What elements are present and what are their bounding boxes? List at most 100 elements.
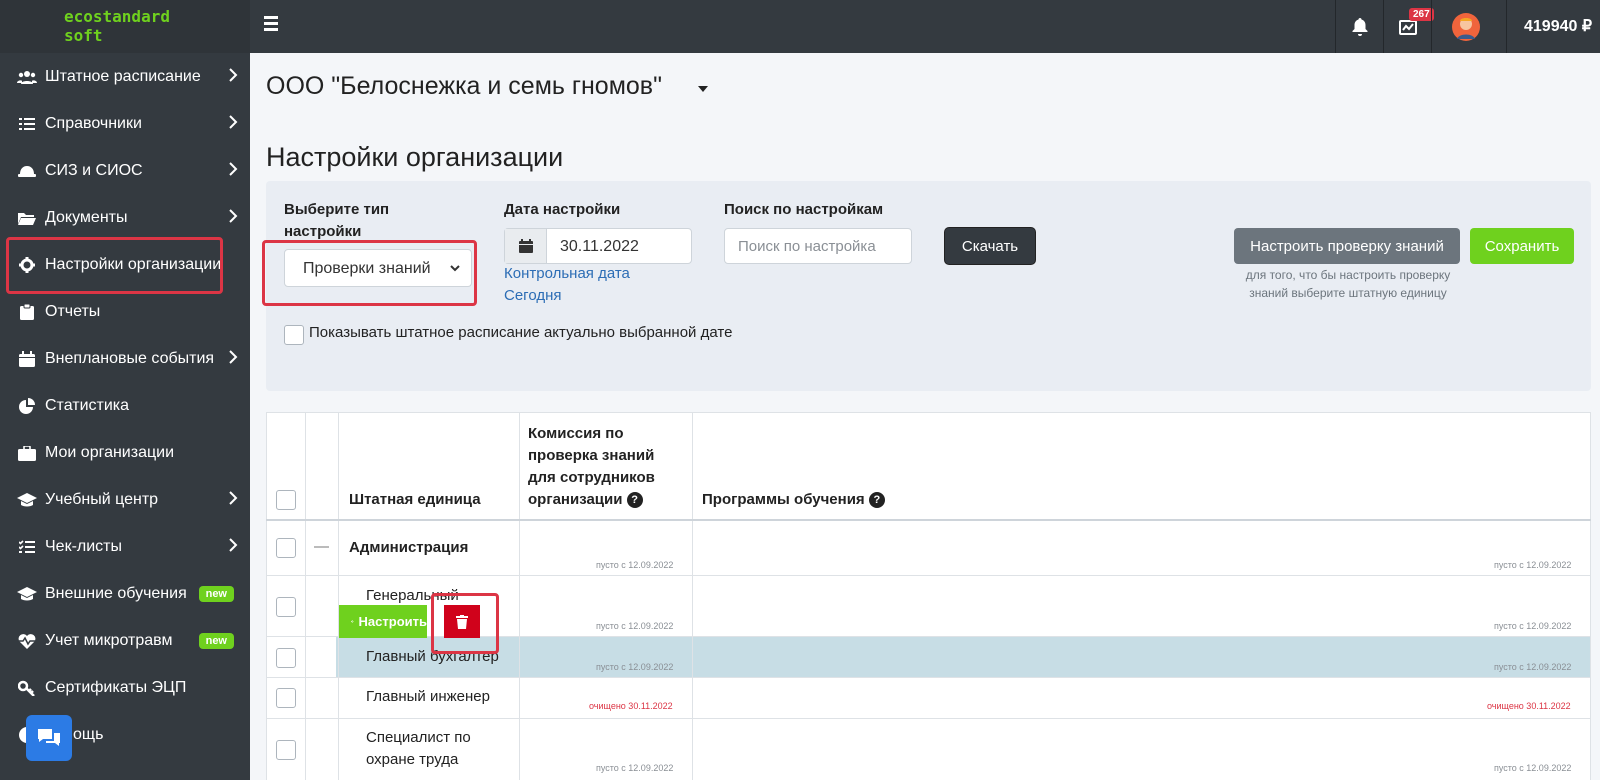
programs-note: пусто с 12.09.2022 <box>1494 560 1572 570</box>
sidebar-item-ppe[interactable]: СИЗ и СИОС <box>0 147 250 195</box>
row-checkbox[interactable] <box>276 740 296 760</box>
pie-chart-icon <box>17 398 37 414</box>
chevron-right-icon <box>229 491 238 505</box>
row-configure-button[interactable]: Настроить <box>339 605 427 638</box>
row-checkbox[interactable] <box>276 688 296 708</box>
chat-button[interactable] <box>26 715 72 761</box>
menu-toggle-icon[interactable] <box>264 16 284 36</box>
sidebar-item-label: Мои организации <box>45 444 175 461</box>
divider <box>266 575 1591 576</box>
heartbeat-icon <box>17 633 37 649</box>
checklist-icon <box>17 540 37 554</box>
users-icon <box>17 70 37 84</box>
avatar-image <box>1452 12 1480 41</box>
sidebar-item-staff-schedule[interactable]: Штатное расписание <box>0 53 250 101</box>
sidebar-item-directories[interactable]: Справочники <box>0 100 250 148</box>
sidebar-item-external-training[interactable]: Внешние обучения new <box>0 570 250 618</box>
list-icon <box>17 117 37 131</box>
row-checkbox[interactable] <box>276 538 296 558</box>
gear-icon <box>351 620 354 623</box>
divider <box>338 413 339 780</box>
table-row-name: Главный инженер <box>366 688 490 705</box>
chevron-right-icon <box>229 68 238 82</box>
sidebar-item-microtrauma[interactable]: Учет микротравм new <box>0 617 250 665</box>
download-button[interactable]: Скачать <box>945 228 1035 264</box>
row-checkbox[interactable] <box>276 597 296 617</box>
sidebar-item-label: Штатное расписание <box>45 68 201 85</box>
balance-display[interactable]: 419940 ₽ <box>1524 16 1592 36</box>
sidebar-item-certificates[interactable]: Сертификаты ЭЦП <box>0 664 250 712</box>
sidebar-item-label: ощь <box>73 726 104 743</box>
caret-down-icon[interactable] <box>698 86 708 92</box>
divider <box>1506 0 1507 53</box>
sidebar-item-statistics[interactable]: Статистика <box>0 382 250 430</box>
folder-icon <box>17 211 37 225</box>
control-date-link[interactable]: Контрольная дата <box>504 265 630 282</box>
divider <box>266 677 1591 678</box>
column-header-unit[interactable]: Штатная единица <box>349 489 481 511</box>
date-value: 30.11.2022 <box>560 238 639 255</box>
sidebar-item-label: СИЗ и СИОС <box>45 162 143 179</box>
show-schedule-checkbox[interactable] <box>284 325 304 345</box>
avatar[interactable] <box>1432 0 1500 53</box>
today-link[interactable]: Сегодня <box>504 287 562 304</box>
chevron-right-icon <box>229 209 238 223</box>
sidebar-item-label: Статистика <box>45 397 130 414</box>
search-label: Поиск по настройкам <box>724 201 884 218</box>
configure-hint: для того, что бы настроить проверку знан… <box>1245 268 1451 300</box>
calendar-icon[interactable] <box>505 229 547 263</box>
commission-note: пусто с 12.09.2022 <box>596 763 674 773</box>
column-header-commission[interactable]: Комиссия по проверка знаний для сотрудни… <box>528 423 678 511</box>
highlight-outline <box>431 593 499 654</box>
programs-note: пусто с 12.09.2022 <box>1494 621 1572 631</box>
row-checkbox[interactable] <box>276 648 296 668</box>
new-badge: new <box>198 633 234 649</box>
divider <box>1590 413 1591 780</box>
commission-note: очищено 30.11.2022 <box>589 701 673 711</box>
commission-note: пусто с 12.09.2022 <box>596 560 674 570</box>
notifications-button[interactable] <box>1336 0 1383 53</box>
top-bar: ecostandard soft 267 419940 ₽ <box>0 0 1600 53</box>
chevron-right-icon <box>229 162 238 176</box>
configure-knowledge-check-button[interactable]: Настроить проверку знаний <box>1234 228 1460 264</box>
date-field[interactable]: 30.11.2022 <box>504 228 692 264</box>
row-configure-label: Настроить <box>358 614 427 629</box>
graduation-cap-icon <box>17 587 37 601</box>
calendar-icon <box>17 351 37 367</box>
column-header-programs[interactable]: Программы обучения ? <box>702 489 885 511</box>
chevron-right-icon <box>229 115 238 129</box>
collapse-toggle-icon[interactable]: — <box>314 536 329 558</box>
sidebar-item-my-organizations[interactable]: Мои организации <box>0 429 250 477</box>
commission-note: пусто с 12.09.2022 <box>596 621 674 631</box>
save-button[interactable]: Сохранить <box>1470 228 1574 264</box>
highlight-outline <box>262 240 477 306</box>
sidebar-item-label: Сертификаты ЭЦП <box>45 679 187 696</box>
select-all-checkbox[interactable] <box>276 490 296 510</box>
organization-name[interactable]: ООО "Белоснежка и семь гномов" <box>266 72 662 101</box>
brand-logo[interactable]: ecostandard soft <box>0 0 250 53</box>
sidebar-item-checklists[interactable]: Чек-листы <box>0 523 250 571</box>
brand-line-1: ecostandard <box>64 7 170 26</box>
settings-search-input[interactable]: Поиск по настройка <box>724 228 912 264</box>
sidebar-item-reports[interactable]: Отчеты <box>0 288 250 336</box>
sidebar-item-documents[interactable]: Документы <box>0 194 250 242</box>
divider <box>266 718 1591 719</box>
commission-note: пусто с 12.09.2022 <box>596 662 674 672</box>
table-row-name: Администрация <box>349 539 469 556</box>
sidebar-item-training-center[interactable]: Учебный центр <box>0 476 250 524</box>
page-title: Настройки организации <box>266 142 564 172</box>
sidebar-item-unplanned-events[interactable]: Внеплановые события <box>0 335 250 383</box>
help-icon[interactable]: ? <box>626 492 643 508</box>
bell-icon <box>1352 17 1367 36</box>
sidebar-item-label: Справочники <box>45 115 142 132</box>
programs-note: очищено 30.11.2022 <box>1487 701 1571 711</box>
chat-icon <box>38 729 60 746</box>
programs-note: пусто с 12.09.2022 <box>1494 763 1572 773</box>
sidebar-item-label: Отчеты <box>45 303 101 320</box>
briefcase-icon <box>17 445 37 461</box>
help-icon[interactable]: ? <box>868 492 885 508</box>
reports-counter-button[interactable]: 267 <box>1384 0 1434 53</box>
sidebar-item-label: Учебный центр <box>45 491 159 508</box>
divider <box>266 519 1591 521</box>
brand-line-2: soft <box>64 26 103 45</box>
